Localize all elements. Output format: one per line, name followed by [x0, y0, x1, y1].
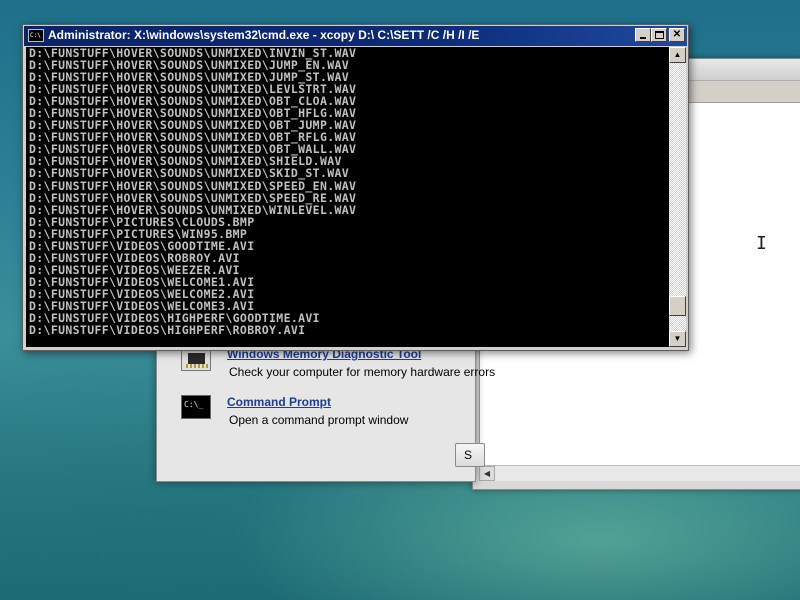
maximize-button[interactable]	[651, 28, 667, 42]
console-line: D:\FUNSTUFF\HOVER\SOUNDS\UNMIXED\SKID_ST…	[29, 166, 350, 181]
console-line: D:\FUNSTUFF\HOVER\SOUNDS\UNMIXED\WINLEVE…	[29, 202, 357, 217]
window-title: Administrator: X:\windows\system32\cmd.e…	[48, 28, 480, 42]
memory-chip-pins	[186, 364, 208, 368]
scroll-down-arrow-icon[interactable]: ▼	[669, 331, 686, 347]
console-line: D:\FUNSTUFF\PICTURES\CLOUDS.BMP	[29, 214, 255, 229]
scroll-up-arrow-icon[interactable]: ▲	[669, 47, 686, 63]
command-prompt-window: C:\ Administrator: X:\windows\system32\c…	[22, 24, 689, 351]
console-line: D:\FUNSTUFF\HOVER\SOUNDS\UNMIXED\SPEED_R…	[29, 190, 357, 205]
maximize-icon	[655, 31, 664, 39]
cmd-app-icon[interactable]: C:\	[28, 29, 44, 42]
text-cursor-icon: I	[756, 233, 767, 254]
close-button[interactable]: ✕	[669, 28, 685, 42]
command-prompt-link[interactable]: Command Prompt	[227, 395, 331, 409]
scroll-left-arrow-icon[interactable]: ◀	[479, 466, 495, 481]
memory-diagnostic-description: Check your computer for memory hardware …	[229, 365, 496, 379]
minimize-button[interactable]	[635, 28, 651, 42]
minimize-icon	[640, 37, 646, 39]
command-prompt-icon: C:\_	[181, 395, 211, 419]
console-line: D:\FUNSTUFF\PICTURES\WIN95.BMP	[29, 226, 248, 241]
console-output[interactable]: D:\FUNSTUFF\HOVER\SOUNDS\UNMIXED\INVIN_S…	[26, 47, 669, 347]
recovery-shutdown-button[interactable]: S	[455, 443, 485, 467]
console-line: D:\FUNSTUFF\HOVER\SOUNDS\UNMIXED\SPEED_E…	[29, 178, 357, 193]
close-icon: ✕	[672, 29, 682, 40]
horizontal-scrollbar[interactable]: ◀	[479, 465, 800, 481]
command-prompt-description: Open a command prompt window	[229, 413, 409, 427]
scrollbar-thumb[interactable]	[669, 296, 686, 317]
memory-chip-body	[188, 353, 205, 364]
console-line: D:\FUNSTUFF\VIDEOS\GOODTIME.AVI	[29, 238, 255, 253]
vertical-scrollbar[interactable]: ▲ ▼	[669, 47, 686, 347]
cmd-titlebar[interactable]: C:\ Administrator: X:\windows\system32\c…	[24, 26, 687, 46]
console-line: D:\FUNSTUFF\VIDEOS\HIGHPERF\ROBROY.AVI	[29, 323, 306, 338]
console-lines: D:\FUNSTUFF\HOVER\SOUNDS\UNMIXED\INVIN_S…	[29, 47, 356, 336]
